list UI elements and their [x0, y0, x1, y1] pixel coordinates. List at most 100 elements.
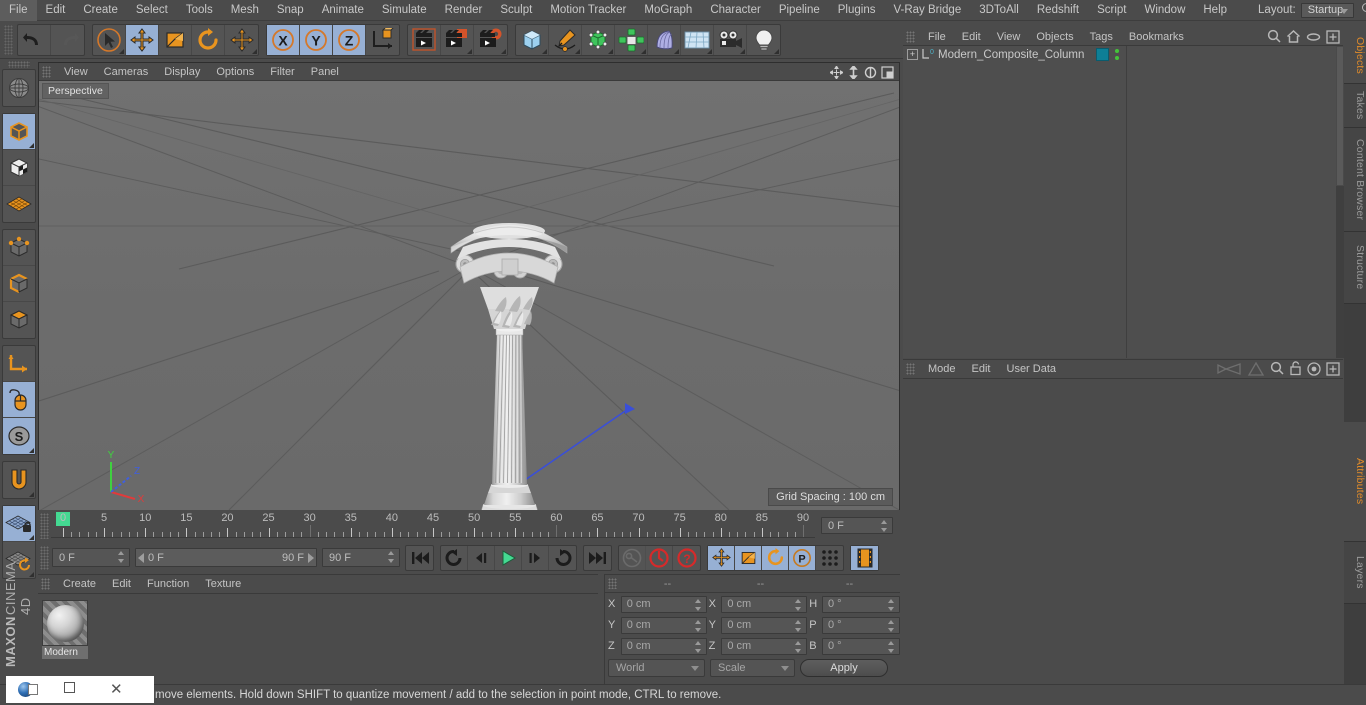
- stepper-icon[interactable]: [881, 520, 888, 532]
- stepper-icon[interactable]: [694, 619, 702, 632]
- object-tree[interactable]: +0 Modern_Composite_Column: [903, 46, 1343, 358]
- deformer-button[interactable]: [648, 24, 681, 55]
- preview-range-slider[interactable]: 0 F 90 F: [135, 548, 317, 567]
- polygons-mode-button[interactable]: [3, 302, 35, 338]
- object-menu-file[interactable]: File: [920, 28, 954, 46]
- menu-item-mesh[interactable]: Mesh: [222, 0, 268, 21]
- live-selection-button[interactable]: [93, 24, 126, 55]
- menu-item-help[interactable]: Help: [1194, 0, 1236, 21]
- viewport-menu-view[interactable]: View: [56, 63, 96, 81]
- step-back-button[interactable]: [468, 545, 495, 570]
- stepper-icon[interactable]: [795, 598, 802, 611]
- scale-tool-button[interactable]: [159, 24, 192, 55]
- menu-item-redshift[interactable]: Redshift: [1028, 0, 1088, 21]
- menu-item-animate[interactable]: Animate: [313, 0, 373, 21]
- size-input[interactable]: 0 cm: [721, 595, 808, 613]
- make-editable-button[interactable]: [3, 70, 35, 106]
- material-item[interactable]: Modern: [42, 600, 88, 659]
- object-menu-edit[interactable]: Edit: [954, 28, 989, 46]
- timeline-current-frame-field[interactable]: 0 F: [821, 517, 893, 534]
- previous-key-button[interactable]: [441, 545, 468, 570]
- stepper-icon[interactable]: [694, 640, 702, 653]
- attribute-menu-grip[interactable]: [906, 363, 915, 375]
- primitive-cube-button[interactable]: [516, 24, 549, 55]
- attribute-menu-edit[interactable]: Edit: [964, 360, 999, 379]
- pan-icon[interactable]: [829, 65, 844, 79]
- object-manager-scrollbar[interactable]: [1336, 46, 1344, 358]
- autokey-button[interactable]: [619, 545, 646, 570]
- go-to-start-button[interactable]: [406, 546, 433, 570]
- layout-select[interactable]: Startup: [1300, 2, 1354, 18]
- timeline-grip[interactable]: [40, 513, 49, 539]
- step-forward-button[interactable]: [522, 545, 549, 570]
- rotation-input[interactable]: 0 °: [821, 637, 901, 655]
- render-view-button[interactable]: [408, 24, 441, 55]
- viewport-menu-filter[interactable]: Filter: [262, 63, 302, 81]
- object-row[interactable]: +0 Modern_Composite_Column: [903, 46, 1343, 63]
- material-tag[interactable]: [1096, 48, 1110, 61]
- viewport-menu-options[interactable]: Options: [208, 63, 262, 81]
- visibility-dots-icon[interactable]: [1112, 48, 1122, 61]
- position-input[interactable]: 0 cm: [620, 616, 707, 634]
- light-button[interactable]: [747, 25, 780, 55]
- menu-item-v-ray-bridge[interactable]: V-Ray Bridge: [884, 0, 970, 21]
- menu-item-render[interactable]: Render: [436, 0, 492, 21]
- lock-z-axis-button[interactable]: Z: [333, 24, 366, 55]
- enable-axis-modification-button[interactable]: [3, 346, 35, 382]
- go-to-end-button[interactable]: [584, 546, 611, 570]
- play-button[interactable]: [495, 545, 522, 570]
- lock-y-axis-button[interactable]: Y: [300, 24, 333, 55]
- key-rotation-button[interactable]: [762, 545, 789, 570]
- soft-selection-button[interactable]: S: [3, 418, 35, 454]
- model-mode-button[interactable]: [3, 114, 35, 150]
- maximize-icon[interactable]: [880, 65, 895, 79]
- move-tool-button[interactable]: [126, 24, 159, 55]
- menu-item-file[interactable]: File: [0, 0, 37, 21]
- menu-item-3dtoall[interactable]: 3DToAll: [970, 0, 1028, 21]
- edges-mode-button[interactable]: [3, 266, 35, 302]
- search-icon[interactable]: [1361, 2, 1366, 18]
- object-menu-tags[interactable]: Tags: [1082, 28, 1121, 46]
- panel-tab-takes[interactable]: Takes: [1344, 84, 1366, 128]
- lock-icon[interactable]: [1289, 361, 1302, 381]
- up-arrow-icon[interactable]: [1247, 361, 1265, 381]
- material-menu-edit[interactable]: Edit: [104, 575, 139, 594]
- menu-item-plugins[interactable]: Plugins: [829, 0, 885, 21]
- size-input[interactable]: 0 cm: [721, 637, 808, 655]
- stepper-icon[interactable]: [388, 551, 395, 563]
- lock-x-axis-button[interactable]: X: [267, 24, 300, 55]
- viewport-menu-cameras[interactable]: Cameras: [96, 63, 157, 81]
- object-menu-grip[interactable]: [906, 30, 915, 43]
- lock-workplane-button[interactable]: [3, 506, 35, 542]
- close-icon[interactable]: ✕: [110, 682, 126, 698]
- enable-snapping-button[interactable]: [3, 462, 35, 498]
- c4d-orb-icon[interactable]: [18, 681, 38, 698]
- menu-item-create[interactable]: Create: [74, 0, 127, 21]
- position-input[interactable]: 0 cm: [620, 595, 707, 613]
- material-menu-texture[interactable]: Texture: [197, 575, 249, 594]
- menu-item-window[interactable]: Window: [1135, 0, 1194, 21]
- timeline-ruler[interactable]: 0 5 10 15 20 25 30 35 40 45 50 55 60 65 70 75 80 85 90: [51, 512, 815, 538]
- stepper-icon[interactable]: [888, 640, 895, 653]
- stepper-icon[interactable]: [118, 551, 125, 563]
- world-object-coordinates-button[interactable]: [366, 25, 399, 55]
- stepper-icon[interactable]: [694, 598, 702, 611]
- material-menu-grip[interactable]: [41, 578, 50, 590]
- playbar-grip[interactable]: [40, 545, 49, 570]
- panel-tab-content-browser[interactable]: Content Browser: [1344, 128, 1366, 232]
- search-icon[interactable]: [1270, 361, 1284, 381]
- current-frame-input[interactable]: 0 F: [52, 548, 130, 567]
- panel-tab-layers[interactable]: Layers: [1344, 542, 1366, 604]
- toolbar-grip[interactable]: [4, 24, 13, 55]
- menu-item-edit[interactable]: Edit: [37, 0, 75, 21]
- object-menu-view[interactable]: View: [989, 28, 1029, 46]
- restore-icon[interactable]: [64, 681, 80, 698]
- menu-item-select[interactable]: Select: [127, 0, 177, 21]
- viewport-mouse-button[interactable]: [3, 382, 35, 418]
- key-scale-button[interactable]: [735, 545, 762, 570]
- points-mode-button[interactable]: [3, 230, 35, 266]
- render-settings-button[interactable]: [474, 25, 507, 55]
- timeline-filmstrip-button[interactable]: [851, 545, 878, 570]
- coordinate-system-select[interactable]: World: [608, 659, 705, 677]
- material-menu-function[interactable]: Function: [139, 575, 197, 594]
